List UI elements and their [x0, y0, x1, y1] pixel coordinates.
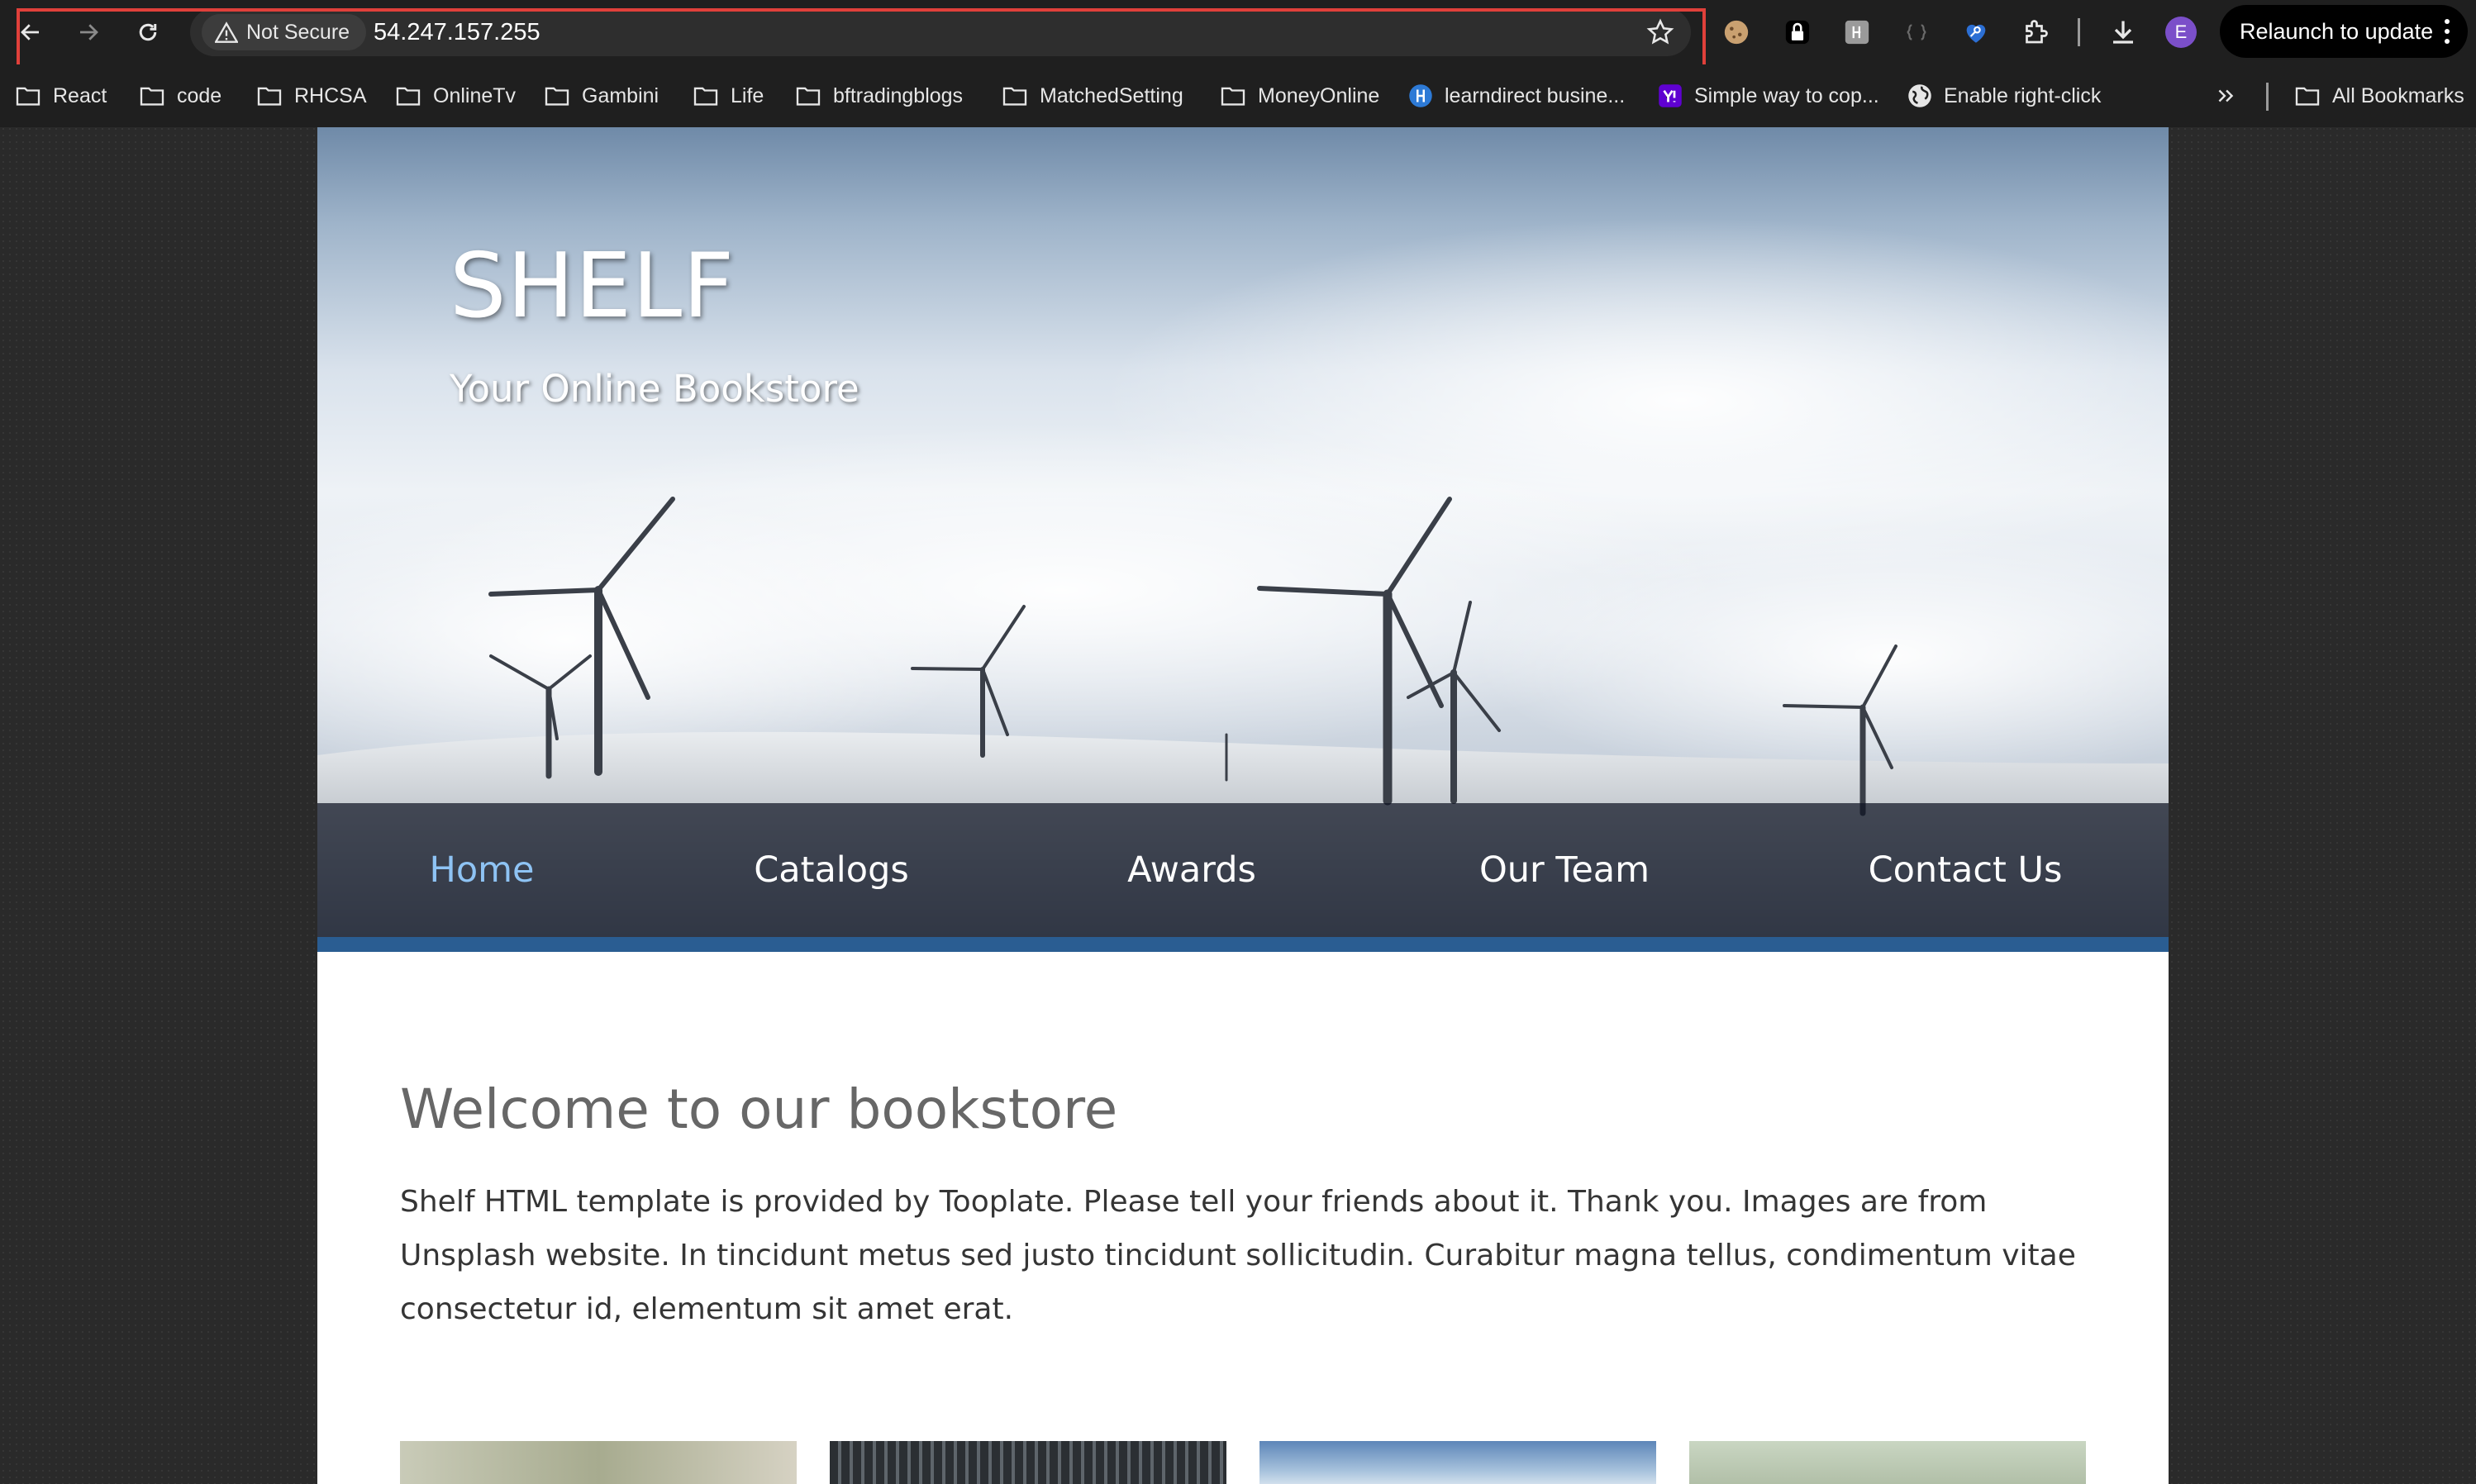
learndirect-icon: [1409, 84, 1432, 107]
extension-lock[interactable]: [1782, 17, 1813, 48]
star-icon: [1646, 18, 1674, 45]
folder-icon: [140, 87, 164, 106]
bookmark-label: learndirect busine...: [1445, 83, 1626, 107]
downloads-button[interactable]: [2107, 17, 2139, 48]
hero-banner: SHELF Your Online Bookstore Home Catalog…: [317, 127, 2169, 937]
extension-tile-icon: [1845, 20, 1869, 45]
cookie-icon: [1724, 20, 1749, 45]
bookmark-link[interactable]: learndirect busine...: [1408, 64, 1625, 127]
security-label: Not Secure: [246, 20, 350, 44]
bookmark-link[interactable]: Simple way to cop...: [1658, 64, 1879, 127]
bookmark-folder[interactable]: MoneyOnline: [1220, 64, 1379, 127]
gallery-image[interactable]: [1689, 1441, 2086, 1484]
folder-icon: [396, 87, 421, 106]
yahoo-icon: [1659, 84, 1682, 107]
bookmark-label: RHCSA: [294, 83, 367, 107]
toolbar-divider: [2078, 18, 2080, 46]
bookmark-label: React: [53, 83, 107, 107]
browser-toolbar: Not Secure 54.247.157.255 E Relaunch to …: [0, 0, 2476, 71]
warning-icon: [215, 21, 238, 43]
folder-icon: [1221, 87, 1245, 106]
extension-code[interactable]: [1901, 17, 1932, 48]
nav-catalogs[interactable]: Catalogs: [754, 803, 909, 937]
gallery-image[interactable]: [830, 1441, 1226, 1484]
nav-our-team[interactable]: Our Team: [1479, 803, 1650, 937]
extensions-button[interactable]: [2020, 17, 2051, 48]
bookmark-label: Gambini: [582, 83, 659, 107]
security-chip[interactable]: Not Secure: [202, 14, 367, 50]
bookmark-label: bftradingblogs: [833, 83, 964, 107]
reload-button[interactable]: [129, 13, 167, 51]
bookmarks-overflow-button[interactable]: [2215, 64, 2236, 127]
gallery-image[interactable]: [1259, 1441, 1656, 1484]
nav-awards[interactable]: Awards: [1127, 803, 1256, 937]
url-text[interactable]: 54.247.157.255: [374, 8, 540, 56]
accent-rule: [317, 937, 2169, 952]
folder-icon: [2295, 87, 2320, 106]
heart-key-icon: [1966, 24, 1986, 43]
bookmark-label: code: [177, 83, 222, 107]
bookmark-folder[interactable]: Gambini: [544, 64, 659, 127]
bookmark-folder[interactable]: Life: [693, 64, 764, 127]
folder-icon: [257, 87, 282, 106]
bookmark-folder[interactable]: code: [139, 64, 221, 127]
folder-icon: [796, 87, 821, 106]
profile-avatar[interactable]: E: [2165, 17, 2197, 48]
bookmarks-bar: React code RHCSA OnlineTv Gambini Life b…: [0, 64, 2476, 127]
folder-icon: [545, 87, 569, 106]
welcome-paragraph: Shelf HTML template is provided by Toopl…: [400, 1185, 2076, 1326]
forward-button[interactable]: [69, 13, 107, 51]
bookmark-folder[interactable]: React: [15, 64, 107, 127]
address-bar[interactable]: Not Secure 54.247.157.255: [190, 8, 1691, 56]
globe-icon: [1908, 84, 1931, 107]
main-navigation: Home Catalogs Awards Our Team Contact Us: [317, 803, 2169, 937]
relaunch-button[interactable]: Relaunch to update: [2220, 5, 2468, 58]
bookmark-folder[interactable]: RHCSA: [256, 64, 367, 127]
forward-arrow-icon: [80, 24, 98, 40]
bookmark-folder[interactable]: OnlineTv: [395, 64, 516, 127]
bookmark-label: Enable right-click: [1944, 83, 2102, 107]
extension-grey[interactable]: [1841, 17, 1873, 48]
folder-icon: [16, 87, 40, 106]
extension-cookie[interactable]: [1721, 17, 1752, 48]
welcome-heading: Welcome to our bookstore: [400, 1077, 1118, 1141]
bookmark-label: MoneyOnline: [1258, 83, 1380, 107]
web-page: SHELF Your Online Bookstore Home Catalog…: [317, 127, 2169, 1484]
gallery-image[interactable]: [400, 1441, 797, 1484]
nav-home[interactable]: Home: [430, 803, 535, 937]
extension-heart-key[interactable]: [1960, 17, 1992, 48]
back-button[interactable]: [12, 13, 50, 51]
lock-icon: [1785, 20, 1810, 45]
reload-icon: [139, 23, 157, 41]
double-chevron-right-icon: [2218, 89, 2234, 102]
bookmark-label: Life: [731, 83, 764, 107]
code-braces-icon: [1907, 24, 1926, 40]
relaunch-label: Relaunch to update: [2240, 18, 2434, 44]
bookmark-folder[interactable]: MatchedSetting: [1002, 64, 1183, 127]
kebab-menu-icon[interactable]: [2445, 17, 2450, 46]
all-bookmarks[interactable]: All Bookmarks: [2294, 64, 2464, 127]
back-arrow-icon: [21, 24, 39, 40]
bookmark-star-button[interactable]: [1643, 15, 1678, 50]
download-icon: [2113, 21, 2133, 44]
site-brand[interactable]: SHELF: [450, 235, 735, 338]
bookmark-link[interactable]: Enable right-click: [1907, 64, 2101, 127]
bookmark-label: MatchedSetting: [1040, 83, 1183, 107]
all-bookmarks-label: All Bookmarks: [2332, 83, 2464, 107]
bookmarks-divider: [2266, 83, 2269, 111]
folder-icon: [1002, 87, 1027, 106]
bookmark-label: Simple way to cop...: [1694, 83, 1879, 107]
puzzle-icon: [2026, 20, 2048, 44]
bookmark-folder[interactable]: bftradingblogs: [795, 64, 963, 127]
nav-contact-us[interactable]: Contact Us: [1869, 803, 2063, 937]
folder-icon: [693, 87, 718, 106]
bookmark-label: OnlineTv: [433, 83, 517, 107]
site-tagline: Your Online Bookstore: [450, 367, 859, 411]
